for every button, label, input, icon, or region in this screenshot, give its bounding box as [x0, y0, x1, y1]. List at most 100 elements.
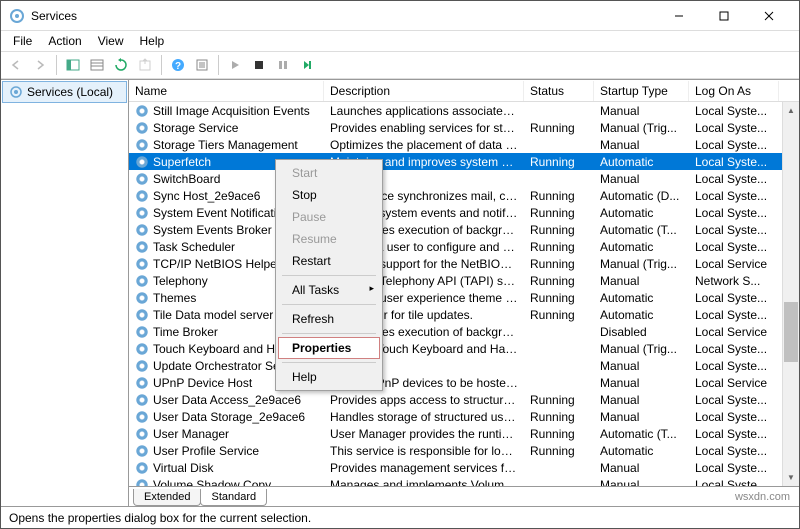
tab-standard[interactable]: Standard: [200, 489, 267, 506]
service-row[interactable]: Touch Keyboard and Hand...Enables Touch …: [129, 340, 799, 357]
service-startup: Manual: [594, 410, 689, 424]
scroll-down-button[interactable]: ▼: [783, 469, 799, 486]
service-row[interactable]: TelephonyProvides Telephony API (TAPI) s…: [129, 272, 799, 289]
gear-icon: [135, 393, 149, 407]
service-row[interactable]: Update Orchestrator Service for Win...Us…: [129, 357, 799, 374]
maximize-button[interactable]: [701, 1, 746, 30]
service-status: Running: [524, 257, 594, 271]
service-name: System Event Notification: [153, 206, 290, 220]
forward-button[interactable]: [29, 54, 51, 76]
context-separator: [282, 304, 376, 305]
show-hide-button[interactable]: [62, 54, 84, 76]
service-logon: Local Syste...: [689, 461, 779, 475]
grid-body[interactable]: Still Image Acquisition EventsLaunches a…: [129, 102, 799, 486]
details-button[interactable]: [86, 54, 108, 76]
service-startup: Manual: [594, 274, 689, 288]
toolbar-separator: [56, 55, 57, 75]
tab-extended[interactable]: Extended: [133, 489, 201, 506]
service-row[interactable]: UPnP Device HostAllows UPnP devices to b…: [129, 374, 799, 391]
toolbar-separator: [161, 55, 162, 75]
service-row[interactable]: User Profile ServiceThis service is resp…: [129, 442, 799, 459]
context-item-refresh[interactable]: Refresh: [278, 308, 380, 330]
service-row[interactable]: Time BrokerCoordinates execution of back…: [129, 323, 799, 340]
status-bar: Opens the properties dialog box for the …: [1, 506, 799, 528]
service-row[interactable]: SwitchBoardManualLocal Syste...: [129, 170, 799, 187]
services-icon: [9, 85, 23, 99]
context-item-all-tasks[interactable]: All Tasks: [278, 279, 380, 301]
service-logon: Local Syste...: [689, 240, 779, 254]
service-logon: Local Syste...: [689, 342, 779, 356]
context-item-help[interactable]: Help: [278, 366, 380, 388]
service-name: Tile Data model server: [153, 308, 273, 322]
service-startup: Manual: [594, 104, 689, 118]
service-row[interactable]: ThemesProvides user experience theme man…: [129, 289, 799, 306]
services-icon: [9, 8, 25, 24]
service-status: Running: [524, 189, 594, 203]
service-row[interactable]: System Events BrokerCoordinates executio…: [129, 221, 799, 238]
service-status: Running: [524, 223, 594, 237]
context-item-stop[interactable]: Stop: [278, 184, 380, 206]
close-button[interactable]: [746, 1, 791, 30]
vertical-scrollbar[interactable]: ▲ ▼: [782, 102, 799, 486]
service-status: Running: [524, 410, 594, 424]
service-startup: Automatic: [594, 308, 689, 322]
service-startup: Manual: [594, 359, 689, 373]
col-header-description[interactable]: Description: [324, 81, 524, 101]
restart-service-button[interactable]: [296, 54, 318, 76]
service-row[interactable]: Storage ServiceProvides enabling service…: [129, 119, 799, 136]
menu-help[interactable]: Help: [132, 32, 173, 50]
context-item-restart[interactable]: Restart: [278, 250, 380, 272]
back-button[interactable]: [5, 54, 27, 76]
help-button[interactable]: ?: [167, 54, 189, 76]
service-row[interactable]: Sync Host_2e9ace6This service synchroniz…: [129, 187, 799, 204]
refresh-button[interactable]: [110, 54, 132, 76]
minimize-button[interactable]: [656, 1, 701, 30]
menu-view[interactable]: View: [90, 32, 132, 50]
service-row[interactable]: Storage Tiers ManagementOptimizes the pl…: [129, 136, 799, 153]
service-desc: Manages and implements Volume S...: [324, 478, 524, 487]
service-row[interactable]: User Data Storage_2e9ace6Handles storage…: [129, 408, 799, 425]
properties-button[interactable]: [191, 54, 213, 76]
col-header-name[interactable]: Name: [129, 81, 324, 101]
export-button[interactable]: [134, 54, 156, 76]
stop-service-button[interactable]: [248, 54, 270, 76]
service-startup: Manual: [594, 461, 689, 475]
service-desc: This service is responsible for loadin..…: [324, 444, 524, 458]
service-row[interactable]: System Event NotificationMonitors system…: [129, 204, 799, 221]
tree-node-services-local[interactable]: Services (Local): [2, 81, 127, 103]
service-startup: Manual (Trig...: [594, 257, 689, 271]
service-row[interactable]: Virtual DiskProvides management services…: [129, 459, 799, 476]
gear-icon: [135, 325, 149, 339]
menu-action[interactable]: Action: [40, 32, 89, 50]
context-item-start: Start: [278, 162, 380, 184]
window-title: Services: [31, 9, 656, 23]
service-logon: Local Syste...: [689, 121, 779, 135]
service-name: Themes: [153, 291, 196, 305]
context-item-properties[interactable]: Properties: [278, 337, 380, 359]
pause-service-button[interactable]: [272, 54, 294, 76]
service-row[interactable]: SuperfetchMaintains and improves system …: [129, 153, 799, 170]
menu-file[interactable]: File: [5, 32, 40, 50]
title-bar: Services: [1, 1, 799, 31]
gear-icon: [135, 410, 149, 424]
service-row[interactable]: TCP/IP NetBIOS HelperProvides support fo…: [129, 255, 799, 272]
service-row[interactable]: User Data Access_2e9ace6Provides apps ac…: [129, 391, 799, 408]
service-row[interactable]: Tile Data model serverTile Server for ti…: [129, 306, 799, 323]
service-row[interactable]: User ManagerUser Manager provides the ru…: [129, 425, 799, 442]
tree-node-label: Services (Local): [27, 85, 113, 99]
scroll-up-button[interactable]: ▲: [783, 102, 799, 119]
main-panel: Name Description Status Startup Type Log…: [129, 80, 799, 506]
menu-bar: File Action View Help: [1, 31, 799, 51]
col-header-status[interactable]: Status: [524, 81, 594, 101]
gear-icon: [135, 461, 149, 475]
col-header-startup[interactable]: Startup Type: [594, 81, 689, 101]
start-service-button[interactable]: [224, 54, 246, 76]
service-row[interactable]: Volume Shadow CopyManages and implements…: [129, 476, 799, 486]
gear-icon: [135, 274, 149, 288]
service-name: Superfetch: [153, 155, 211, 169]
service-row[interactable]: Task SchedulerEnables a user to configur…: [129, 238, 799, 255]
gear-icon: [135, 240, 149, 254]
col-header-logon[interactable]: Log On As: [689, 81, 779, 101]
service-row[interactable]: Still Image Acquisition EventsLaunches a…: [129, 102, 799, 119]
scroll-thumb[interactable]: [784, 302, 798, 362]
